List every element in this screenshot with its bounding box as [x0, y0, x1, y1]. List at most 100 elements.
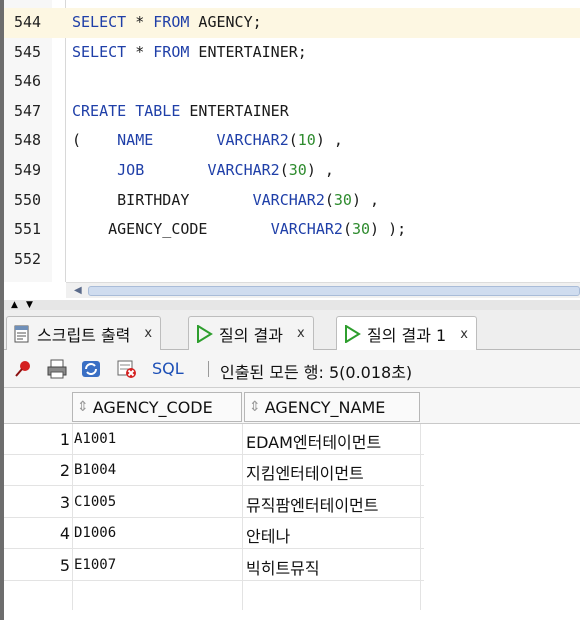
refresh-icon[interactable]: [80, 359, 102, 379]
column-header-label: AGENCY_CODE: [92, 397, 213, 417]
sql-number: 30: [333, 190, 352, 209]
sql-keyword: CREATE TABLE: [72, 101, 181, 120]
pane-splitter[interactable]: ▲ ▼: [4, 300, 580, 310]
fetch-status: 인출된 모든 행: 5(0.018초): [220, 363, 413, 382]
script-output-icon: [13, 325, 31, 343]
cell-agency-name[interactable]: EDAM엔터테이먼트: [246, 429, 381, 453]
sort-icon[interactable]: ⇕: [77, 399, 89, 415]
toolbar-divider: [208, 361, 209, 377]
tab-close-icon[interactable]: x: [297, 326, 305, 341]
result-toolbar: SQL 인출된 모든 행: 5(0.018초): [4, 350, 580, 388]
cell-agency-name[interactable]: 지킴엔터테이먼트: [246, 460, 364, 484]
code-line[interactable]: 550 BIRTHDAY VARCHAR2(30) ,: [0, 186, 580, 216]
sql-keyword: SELECT: [72, 42, 127, 61]
table-row[interactable]: 1 A1001 EDAM엔터테이먼트: [4, 424, 424, 455]
collapse-down-icon[interactable]: ▼: [26, 300, 33, 310]
line-number: 544: [14, 13, 42, 31]
cancel-query-icon[interactable]: [116, 359, 138, 379]
line-number: 545: [14, 42, 42, 61]
table-row[interactable]: 3 C1005 뮤직팜엔터테이먼트: [4, 487, 424, 518]
sql-keyword: VARCHAR2: [216, 131, 289, 150]
code-line[interactable]: 547 CREATE TABLE ENTERTAINER: [0, 97, 580, 127]
code-line[interactable]: 549 JOB VARCHAR2(30) ,: [0, 156, 580, 186]
table-row[interactable]: 2 B1004 지킴엔터테이먼트: [4, 455, 424, 487]
run-green-icon: [195, 323, 213, 344]
code-text[interactable]: JOB VARCHAR2(30) ,: [72, 161, 334, 179]
table-row[interactable]: 5 E1007 빅히트뮤직: [4, 550, 424, 581]
code-text[interactable]: AGENCY_CODE VARCHAR2(30) );: [72, 220, 406, 238]
sql-button[interactable]: SQL: [152, 359, 184, 378]
sql-text: ) ,: [351, 190, 380, 209]
line-number: 549: [14, 161, 42, 179]
sql-text: *: [126, 13, 154, 31]
code-line[interactable]: 548 ( NAME VARCHAR2(10) ,: [0, 126, 580, 156]
sql-text: ENTERTAINER;: [189, 42, 307, 61]
sort-icon[interactable]: ⇕: [249, 399, 261, 415]
code-text[interactable]: BIRTHDAY VARCHAR2(30) ,: [72, 191, 379, 209]
sql-number: 30: [288, 161, 307, 179]
tab-close-icon[interactable]: x: [144, 326, 152, 341]
tab-script-output[interactable]: 스크립트 출력 x: [6, 316, 162, 350]
sql-text: BIRTHDAY: [72, 190, 253, 209]
row-number: 5: [59, 555, 70, 575]
row-number: 1: [59, 430, 70, 449]
cell-agency-name[interactable]: 뮤직팜엔터테이먼트: [246, 492, 378, 516]
sql-text: AGENCY;: [189, 13, 262, 31]
tab-label: 질의 결과: [219, 325, 283, 345]
code-line[interactable]: 545 SELECT * FROM ENTERTAINER;: [0, 38, 580, 68]
column-header-agency-code[interactable]: ⇕ AGENCY_CODE: [72, 392, 242, 422]
code-text[interactable]: SELECT * FROM AGENCY;: [72, 13, 262, 31]
sql-editor[interactable]: 544 SELECT * FROM AGENCY; 545 SELECT * FROM…: [0, 0, 580, 300]
sql-number: 10: [297, 131, 316, 150]
code-line[interactable]: 552: [0, 245, 580, 275]
code-text[interactable]: SELECT * FROM ENTERTAINER;: [72, 43, 307, 61]
code-line[interactable]: 551 AGENCY_CODE VARCHAR2(30) );: [0, 215, 580, 245]
print-icon[interactable]: [46, 359, 68, 379]
code-text[interactable]: CREATE TABLE ENTERTAINER: [72, 102, 289, 120]
left-border: [0, 0, 4, 620]
cell-agency-name[interactable]: 안테나: [246, 523, 290, 547]
line-number: 548: [14, 131, 42, 150]
scroll-left-arrow-icon[interactable]: ◀: [74, 285, 82, 296]
cell-agency-code[interactable]: C1005: [74, 494, 116, 510]
sql-keyword: FROM: [153, 13, 190, 31]
tab-close-icon[interactable]: x: [460, 327, 468, 342]
cell-agency-code[interactable]: D1006: [74, 525, 116, 541]
tab-query-result[interactable]: 질의 결과 x: [188, 316, 314, 350]
cell-agency-code[interactable]: B1004: [74, 462, 116, 478]
pin-icon[interactable]: [12, 359, 34, 379]
sql-keyword: NAME: [117, 131, 154, 150]
cell-agency-name[interactable]: 빅히트뮤직: [246, 555, 320, 579]
sql-keyword: VARCHAR2: [270, 220, 343, 239]
code-line[interactable]: 544 SELECT * FROM AGENCY;: [0, 8, 580, 38]
cell-agency-code[interactable]: A1001: [74, 431, 116, 447]
sql-text: ENTERTAINER: [180, 101, 289, 120]
line-number: 552: [14, 249, 42, 268]
sql-text: ) ,: [315, 131, 343, 150]
collapse-up-icon[interactable]: ▲: [11, 300, 18, 310]
code-text[interactable]: ( NAME VARCHAR2(10) ,: [72, 131, 343, 149]
table-row[interactable]: 4 D1006 안테나: [4, 518, 424, 550]
sql-text: AGENCY_CODE: [72, 220, 271, 239]
sql-keyword: JOB: [117, 161, 145, 179]
sql-text: ) );: [370, 220, 407, 239]
cell-agency-code[interactable]: E1007: [74, 557, 116, 573]
sql-number: 30: [351, 220, 371, 239]
line-number: 546: [14, 72, 42, 91]
sql-keyword: FROM: [153, 42, 190, 61]
sql-text: (: [288, 131, 298, 150]
row-number: 4: [59, 524, 70, 544]
column-header-agency-name[interactable]: ⇕ AGENCY_NAME: [244, 392, 420, 422]
sql-text: *: [126, 42, 154, 61]
scrollbar-thumb[interactable]: [88, 286, 580, 296]
tab-query-result-1[interactable]: 질의 결과 1 x: [336, 316, 477, 351]
editor-horizontal-scrollbar[interactable]: ◀: [66, 282, 580, 298]
sql-keyword: SELECT: [72, 13, 127, 31]
line-number: 550: [14, 190, 42, 209]
code-line[interactable]: 546: [0, 67, 580, 97]
tab-label: 질의 결과 1: [367, 326, 447, 345]
result-grid[interactable]: ⇕ AGENCY_CODE ⇕ AGENCY_NAME 1 A1001 EDAM엔터…: [4, 388, 580, 620]
